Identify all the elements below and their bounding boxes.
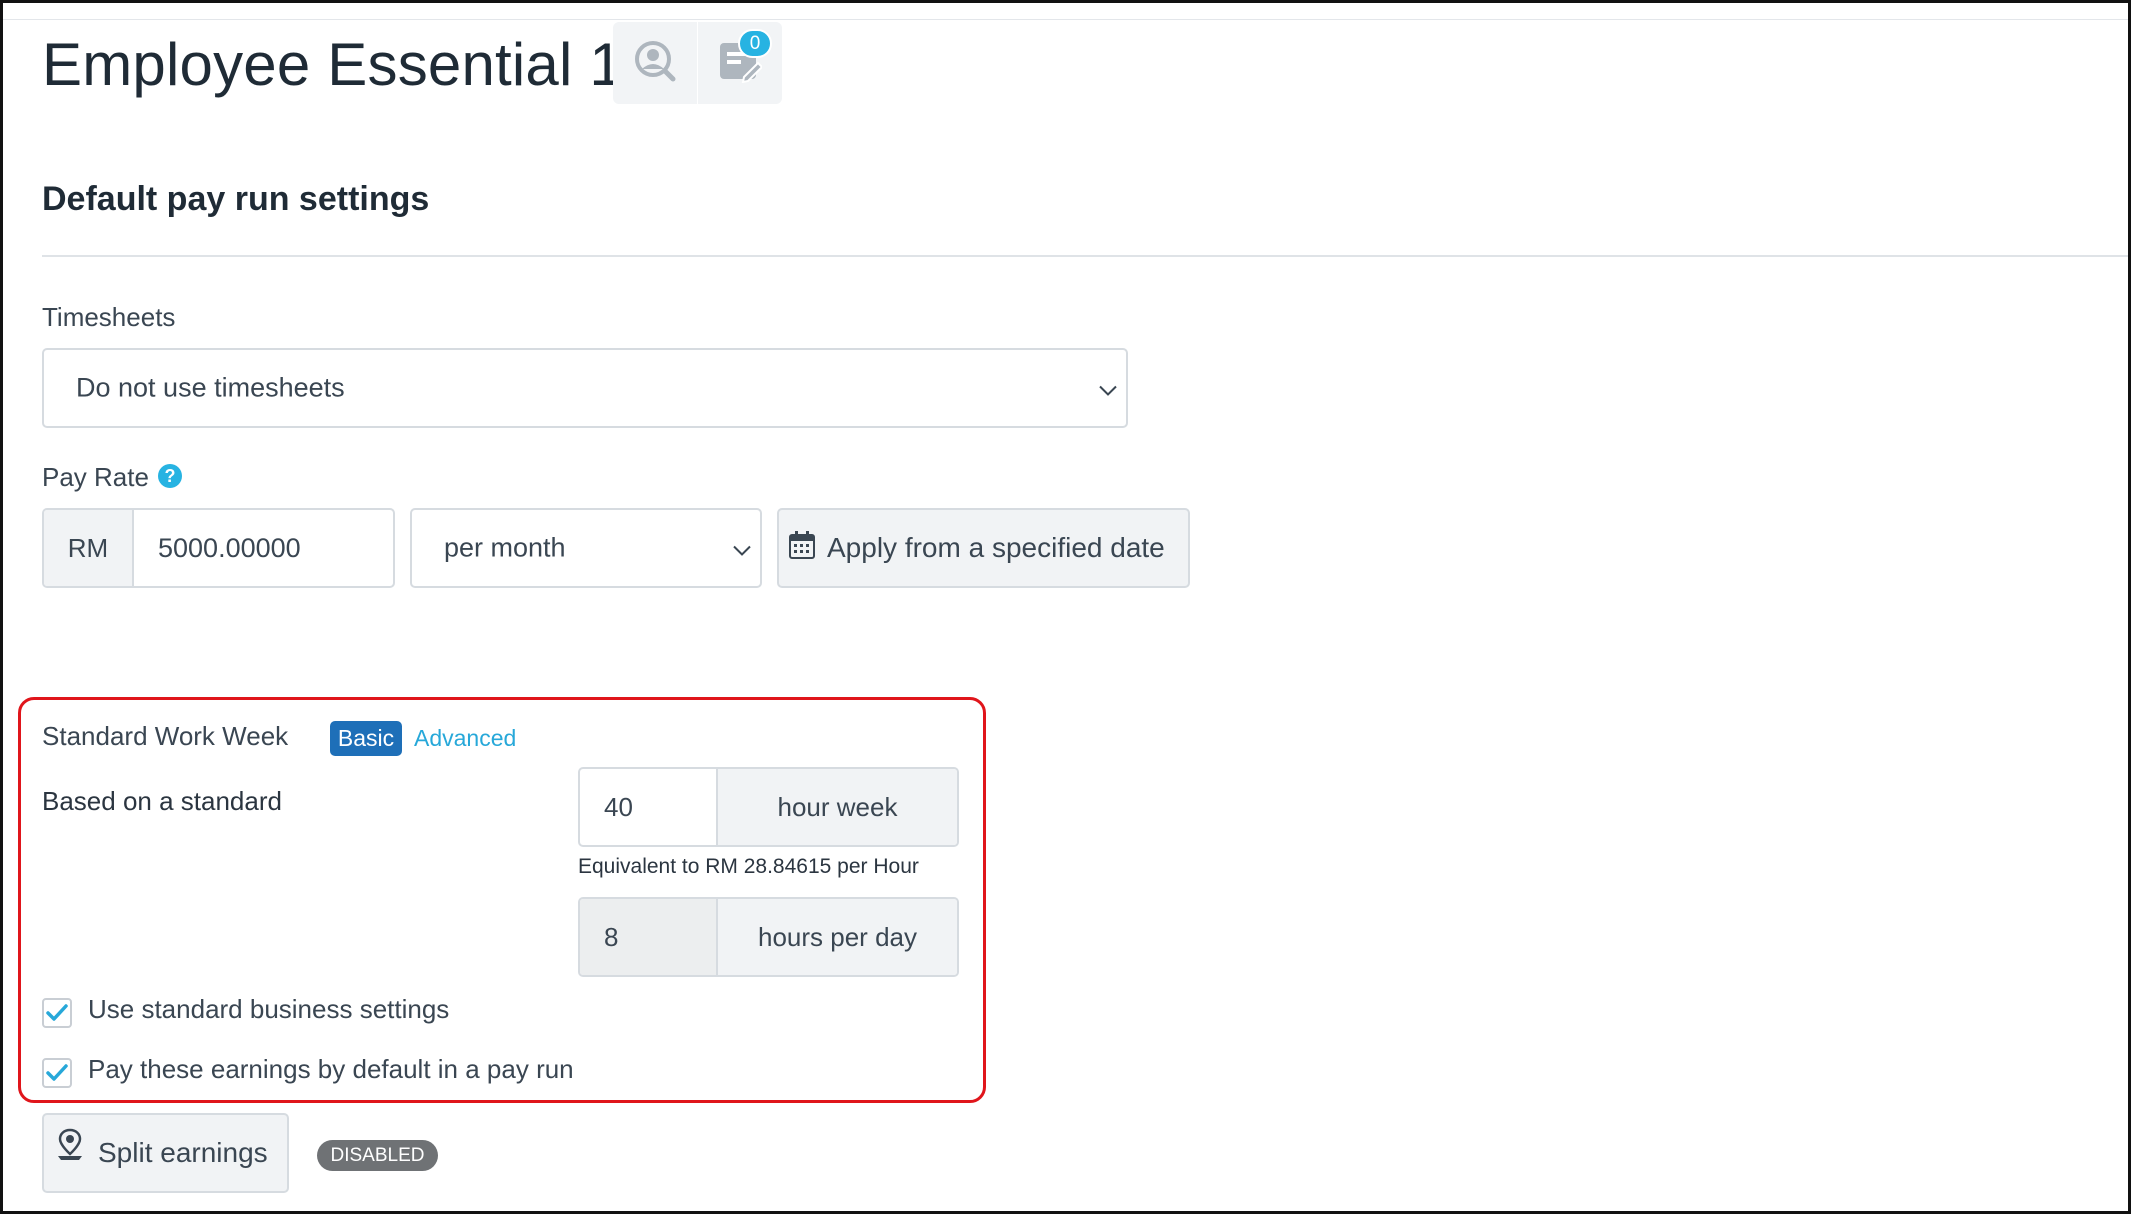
use-standard-settings-label: Use standard business settings [88, 993, 450, 1024]
notes-count-badge: 0 [738, 29, 772, 58]
hours-week-unit: hour week [718, 769, 957, 845]
hours-day-input: 8 [580, 899, 718, 975]
based-on-standard-label: Based on a standard [42, 786, 282, 816]
timesheets-selected: Do not use timesheets [76, 372, 345, 403]
use-standard-settings-checkbox-row[interactable]: Use standard business settings [42, 990, 449, 1028]
checkmark-icon [46, 1064, 68, 1081]
help-icon[interactable]: ? [158, 464, 182, 488]
basic-tab[interactable]: Basic [330, 721, 402, 756]
chevron-down-icon [1098, 373, 1118, 404]
advanced-tab[interactable]: Advanced [414, 725, 516, 752]
hours-day-unit: hours per day [718, 899, 957, 975]
currency-addon: RM [44, 510, 134, 586]
split-earnings-label: Split earnings [98, 1137, 268, 1168]
hourly-equivalent-text: Equivalent to RM 28.84615 per Hour [578, 855, 919, 878]
hours-week-group: 40 hour week [578, 767, 959, 847]
section-divider [42, 255, 2128, 257]
user-search-icon [633, 39, 677, 88]
pay-period-select[interactable]: per month [410, 508, 762, 588]
section-title: Default pay run settings [42, 180, 430, 218]
pay-by-default-checkbox-row[interactable]: Pay these earnings by default in a pay r… [42, 1050, 574, 1088]
pay-rate-amount-group: RM 5000.00000 [42, 508, 395, 588]
apply-from-date-label: Apply from a specified date [827, 532, 1165, 563]
timesheets-select[interactable]: Do not use timesheets [42, 348, 1128, 428]
use-standard-settings-checkbox[interactable] [42, 998, 72, 1028]
apply-from-date-button[interactable]: Apply from a specified date [777, 508, 1190, 588]
standard-work-week-title: Standard Work Week [42, 721, 289, 751]
hours-week-input[interactable]: 40 [580, 769, 718, 845]
map-pin-icon [44, 1128, 98, 1169]
split-earnings-status-badge: DISABLED [317, 1140, 438, 1171]
user-search-button[interactable] [613, 22, 697, 104]
pay-by-default-checkbox[interactable] [42, 1058, 72, 1088]
pay-by-default-label: Pay these earnings by default in a pay r… [88, 1053, 574, 1084]
pay-rate-label: Pay Rate [42, 462, 149, 492]
pay-period-selected: per month [444, 532, 566, 563]
hours-day-group: 8 hours per day [578, 897, 959, 977]
chevron-down-icon [732, 533, 752, 564]
timesheets-label: Timesheets [42, 302, 176, 332]
top-rule [3, 19, 2128, 20]
checkmark-icon [46, 1004, 68, 1021]
pay-rate-amount-input[interactable]: 5000.00000 [134, 510, 393, 586]
calendar-icon [779, 530, 827, 566]
split-earnings-button[interactable]: Split earnings [42, 1113, 289, 1193]
page-title: Employee Essential 1 [42, 31, 623, 98]
